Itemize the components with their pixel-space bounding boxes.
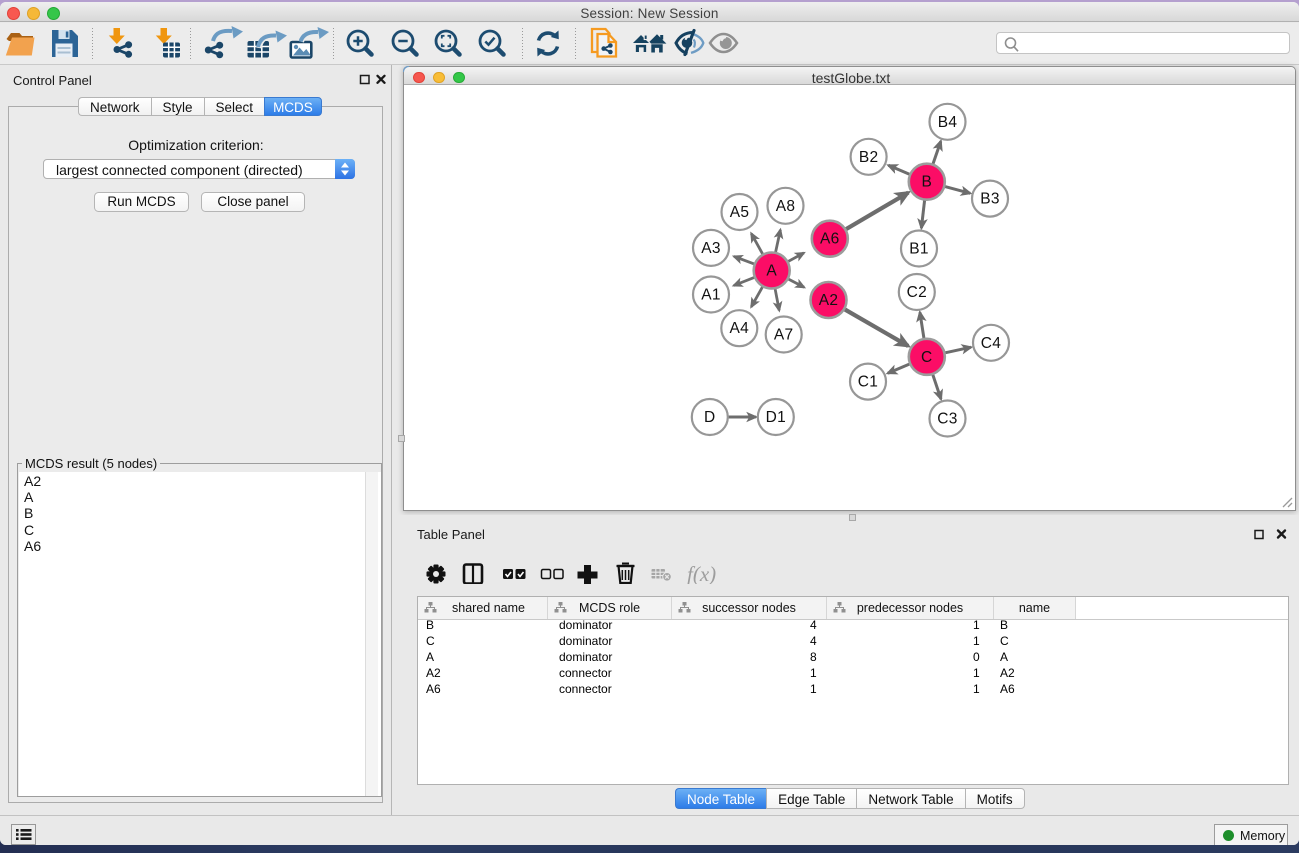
svg-text:C3: C3 bbox=[937, 411, 957, 428]
svg-text:A5: A5 bbox=[730, 204, 750, 221]
svg-text:B2: B2 bbox=[859, 149, 879, 166]
svg-text:B1: B1 bbox=[909, 241, 929, 258]
svg-text:C1: C1 bbox=[858, 374, 878, 391]
svg-text:A2: A2 bbox=[819, 292, 839, 309]
svg-text:A7: A7 bbox=[774, 327, 794, 344]
svg-text:B3: B3 bbox=[980, 191, 1000, 208]
svg-text:C: C bbox=[921, 349, 933, 366]
svg-text:A8: A8 bbox=[776, 198, 796, 215]
svg-text:D1: D1 bbox=[766, 409, 786, 426]
svg-text:f(x): f(x) bbox=[687, 562, 716, 584]
svg-text:B: B bbox=[921, 174, 932, 191]
svg-text:A3: A3 bbox=[701, 240, 721, 257]
svg-text:A6: A6 bbox=[820, 231, 840, 248]
svg-text:D: D bbox=[704, 409, 716, 426]
svg-text:B4: B4 bbox=[938, 114, 958, 131]
svg-text:C2: C2 bbox=[907, 284, 927, 301]
svg-text:A: A bbox=[766, 263, 777, 280]
svg-text:C4: C4 bbox=[981, 335, 1001, 352]
svg-text:A4: A4 bbox=[730, 320, 750, 337]
svg-text:A1: A1 bbox=[701, 287, 721, 304]
